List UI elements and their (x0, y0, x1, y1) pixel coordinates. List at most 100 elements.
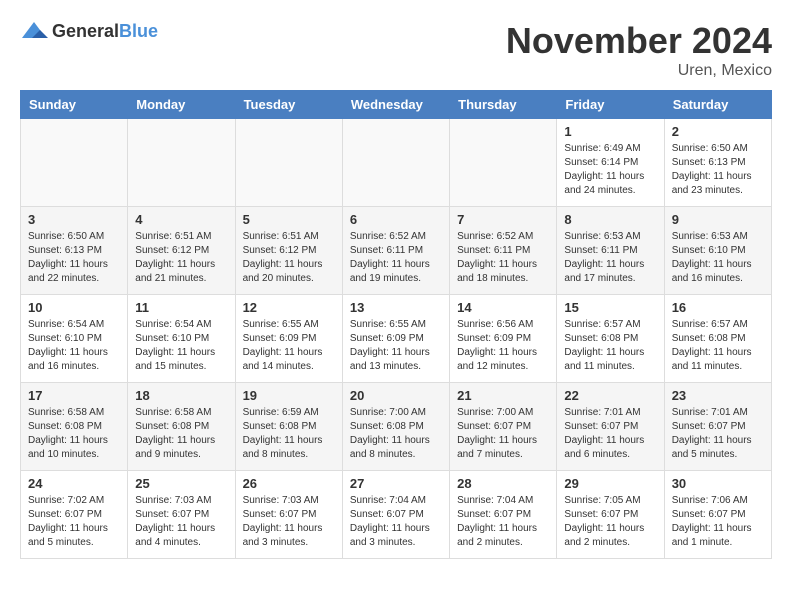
day-number: 24 (28, 476, 120, 491)
day-number: 16 (672, 300, 764, 315)
week-row-5: 24 Sunrise: 7:02 AM Sunset: 6:07 PM Dayli… (21, 471, 772, 559)
calendar-cell: 22 Sunrise: 7:01 AM Sunset: 6:07 PM Dayli… (557, 383, 664, 471)
weekday-header-row: SundayMondayTuesdayWednesdayThursdayFrid… (21, 91, 772, 119)
calendar-cell: 13 Sunrise: 6:55 AM Sunset: 6:09 PM Dayli… (342, 295, 449, 383)
day-info: Sunrise: 7:04 AM Sunset: 6:07 PM Dayligh… (350, 494, 442, 550)
day-number: 21 (457, 388, 549, 403)
day-info: Sunrise: 6:55 AM Sunset: 6:09 PM Dayligh… (350, 318, 442, 374)
calendar-cell: 27 Sunrise: 7:04 AM Sunset: 6:07 PM Dayli… (342, 471, 449, 559)
calendar-cell: 24 Sunrise: 7:02 AM Sunset: 6:07 PM Dayli… (21, 471, 128, 559)
calendar-cell: 18 Sunrise: 6:58 AM Sunset: 6:08 PM Dayli… (128, 383, 235, 471)
weekday-header-friday: Friday (557, 91, 664, 119)
calendar-cell: 1 Sunrise: 6:49 AM Sunset: 6:14 PM Daylig… (557, 119, 664, 207)
calendar-cell: 21 Sunrise: 7:00 AM Sunset: 6:07 PM Dayli… (450, 383, 557, 471)
day-info: Sunrise: 7:04 AM Sunset: 6:07 PM Dayligh… (457, 494, 549, 550)
day-info: Sunrise: 7:00 AM Sunset: 6:07 PM Dayligh… (457, 406, 549, 462)
day-number: 10 (28, 300, 120, 315)
day-info: Sunrise: 6:51 AM Sunset: 6:12 PM Dayligh… (243, 230, 335, 286)
day-number: 29 (564, 476, 656, 491)
day-number: 6 (350, 212, 442, 227)
day-number: 15 (564, 300, 656, 315)
logo-icon (20, 20, 48, 42)
header: GeneralBlue November 2024 Uren, Mexico (20, 20, 772, 80)
location-subtitle: Uren, Mexico (506, 62, 772, 80)
calendar-cell: 6 Sunrise: 6:52 AM Sunset: 6:11 PM Daylig… (342, 207, 449, 295)
week-row-1: 1 Sunrise: 6:49 AM Sunset: 6:14 PM Daylig… (21, 119, 772, 207)
day-number: 30 (672, 476, 764, 491)
month-title: November 2024 (506, 20, 772, 62)
day-number: 28 (457, 476, 549, 491)
weekday-header-sunday: Sunday (21, 91, 128, 119)
day-info: Sunrise: 6:50 AM Sunset: 6:13 PM Dayligh… (672, 142, 764, 198)
day-info: Sunrise: 6:52 AM Sunset: 6:11 PM Dayligh… (457, 230, 549, 286)
day-number: 18 (135, 388, 227, 403)
calendar-cell (235, 119, 342, 207)
calendar-cell: 9Sunrise: 6:53 AM Sunset: 6:10 PM Daylig… (664, 207, 771, 295)
calendar-header: SundayMondayTuesdayWednesdayThursdayFrid… (21, 91, 772, 119)
calendar-cell: 12 Sunrise: 6:55 AM Sunset: 6:09 PM Dayli… (235, 295, 342, 383)
day-info: Sunrise: 7:03 AM Sunset: 6:07 PM Dayligh… (135, 494, 227, 550)
weekday-header-monday: Monday (128, 91, 235, 119)
calendar-cell (450, 119, 557, 207)
day-info: Sunrise: 6:49 AM Sunset: 6:14 PM Dayligh… (564, 142, 656, 198)
day-number: 20 (350, 388, 442, 403)
logo: GeneralBlue (20, 20, 158, 42)
day-info: Sunrise: 6:53 AM Sunset: 6:10 PM Dayligh… (672, 230, 764, 286)
day-info: Sunrise: 6:50 AM Sunset: 6:13 PM Dayligh… (28, 230, 120, 286)
day-info: Sunrise: 6:55 AM Sunset: 6:09 PM Dayligh… (243, 318, 335, 374)
calendar-cell: 3Sunrise: 6:50 AM Sunset: 6:13 PM Daylig… (21, 207, 128, 295)
day-number: 1 (564, 124, 656, 139)
calendar-cell: 5 Sunrise: 6:51 AM Sunset: 6:12 PM Daylig… (235, 207, 342, 295)
calendar-cell: 4 Sunrise: 6:51 AM Sunset: 6:12 PM Daylig… (128, 207, 235, 295)
week-row-4: 17 Sunrise: 6:58 AM Sunset: 6:08 PM Dayli… (21, 383, 772, 471)
day-info: Sunrise: 6:58 AM Sunset: 6:08 PM Dayligh… (28, 406, 120, 462)
calendar-body: 1 Sunrise: 6:49 AM Sunset: 6:14 PM Daylig… (21, 119, 772, 559)
day-number: 12 (243, 300, 335, 315)
day-number: 27 (350, 476, 442, 491)
day-info: Sunrise: 7:01 AM Sunset: 6:07 PM Dayligh… (564, 406, 656, 462)
calendar-cell: 29 Sunrise: 7:05 AM Sunset: 6:07 PM Dayli… (557, 471, 664, 559)
calendar-cell: 10Sunrise: 6:54 AM Sunset: 6:10 PM Dayli… (21, 295, 128, 383)
day-info: Sunrise: 6:54 AM Sunset: 6:10 PM Dayligh… (135, 318, 227, 374)
calendar-cell: 17 Sunrise: 6:58 AM Sunset: 6:08 PM Dayli… (21, 383, 128, 471)
weekday-header-thursday: Thursday (450, 91, 557, 119)
day-info: Sunrise: 6:53 AM Sunset: 6:11 PM Dayligh… (564, 230, 656, 286)
day-info: Sunrise: 7:01 AM Sunset: 6:07 PM Dayligh… (672, 406, 764, 462)
day-info: Sunrise: 6:51 AM Sunset: 6:12 PM Dayligh… (135, 230, 227, 286)
day-info: Sunrise: 7:00 AM Sunset: 6:08 PM Dayligh… (350, 406, 442, 462)
day-info: Sunrise: 6:59 AM Sunset: 6:08 PM Dayligh… (243, 406, 335, 462)
calendar-cell: 30 Sunrise: 7:06 AM Sunset: 6:07 PM Dayli… (664, 471, 771, 559)
day-info: Sunrise: 7:06 AM Sunset: 6:07 PM Dayligh… (672, 494, 764, 550)
weekday-header-wednesday: Wednesday (342, 91, 449, 119)
day-number: 11 (135, 300, 227, 315)
calendar-cell (128, 119, 235, 207)
calendar-cell: 19Sunrise: 6:59 AM Sunset: 6:08 PM Dayli… (235, 383, 342, 471)
day-number: 25 (135, 476, 227, 491)
day-info: Sunrise: 6:56 AM Sunset: 6:09 PM Dayligh… (457, 318, 549, 374)
calendar-cell: 16 Sunrise: 6:57 AM Sunset: 6:08 PM Dayli… (664, 295, 771, 383)
day-number: 8 (564, 212, 656, 227)
day-number: 2 (672, 124, 764, 139)
calendar-cell: 2 Sunrise: 6:50 AM Sunset: 6:13 PM Daylig… (664, 119, 771, 207)
day-info: Sunrise: 6:52 AM Sunset: 6:11 PM Dayligh… (350, 230, 442, 286)
day-number: 14 (457, 300, 549, 315)
day-number: 17 (28, 388, 120, 403)
day-number: 22 (564, 388, 656, 403)
weekday-header-tuesday: Tuesday (235, 91, 342, 119)
calendar-cell: 11 Sunrise: 6:54 AM Sunset: 6:10 PM Dayli… (128, 295, 235, 383)
day-number: 5 (243, 212, 335, 227)
calendar-cell: 15Sunrise: 6:57 AM Sunset: 6:08 PM Dayli… (557, 295, 664, 383)
day-number: 13 (350, 300, 442, 315)
logo-general: General (52, 21, 119, 41)
day-number: 4 (135, 212, 227, 227)
day-info: Sunrise: 7:03 AM Sunset: 6:07 PM Dayligh… (243, 494, 335, 550)
day-number: 23 (672, 388, 764, 403)
calendar-cell: 26Sunrise: 7:03 AM Sunset: 6:07 PM Dayli… (235, 471, 342, 559)
day-info: Sunrise: 7:02 AM Sunset: 6:07 PM Dayligh… (28, 494, 120, 550)
day-info: Sunrise: 6:57 AM Sunset: 6:08 PM Dayligh… (672, 318, 764, 374)
day-info: Sunrise: 6:58 AM Sunset: 6:08 PM Dayligh… (135, 406, 227, 462)
day-info: Sunrise: 7:05 AM Sunset: 6:07 PM Dayligh… (564, 494, 656, 550)
logo-blue: Blue (119, 21, 158, 41)
calendar-cell: 23 Sunrise: 7:01 AM Sunset: 6:07 PM Dayli… (664, 383, 771, 471)
calendar-cell (21, 119, 128, 207)
